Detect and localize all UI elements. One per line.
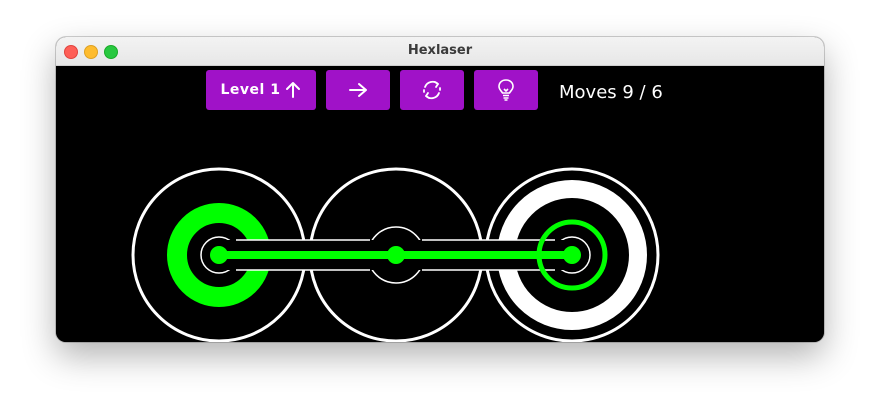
game-area: Level 1 Moves 9 / 6	[56, 66, 824, 342]
laser-node-relay	[387, 246, 405, 264]
laser-node-target	[563, 246, 581, 264]
window-title: Hexlaser	[407, 43, 473, 58]
game-board	[131, 167, 660, 342]
laser-node-source	[210, 246, 228, 264]
title-bar: Hexlaser	[56, 37, 824, 66]
app-window: Hexlaser Level 1 Moves 9 / 6	[56, 37, 824, 342]
